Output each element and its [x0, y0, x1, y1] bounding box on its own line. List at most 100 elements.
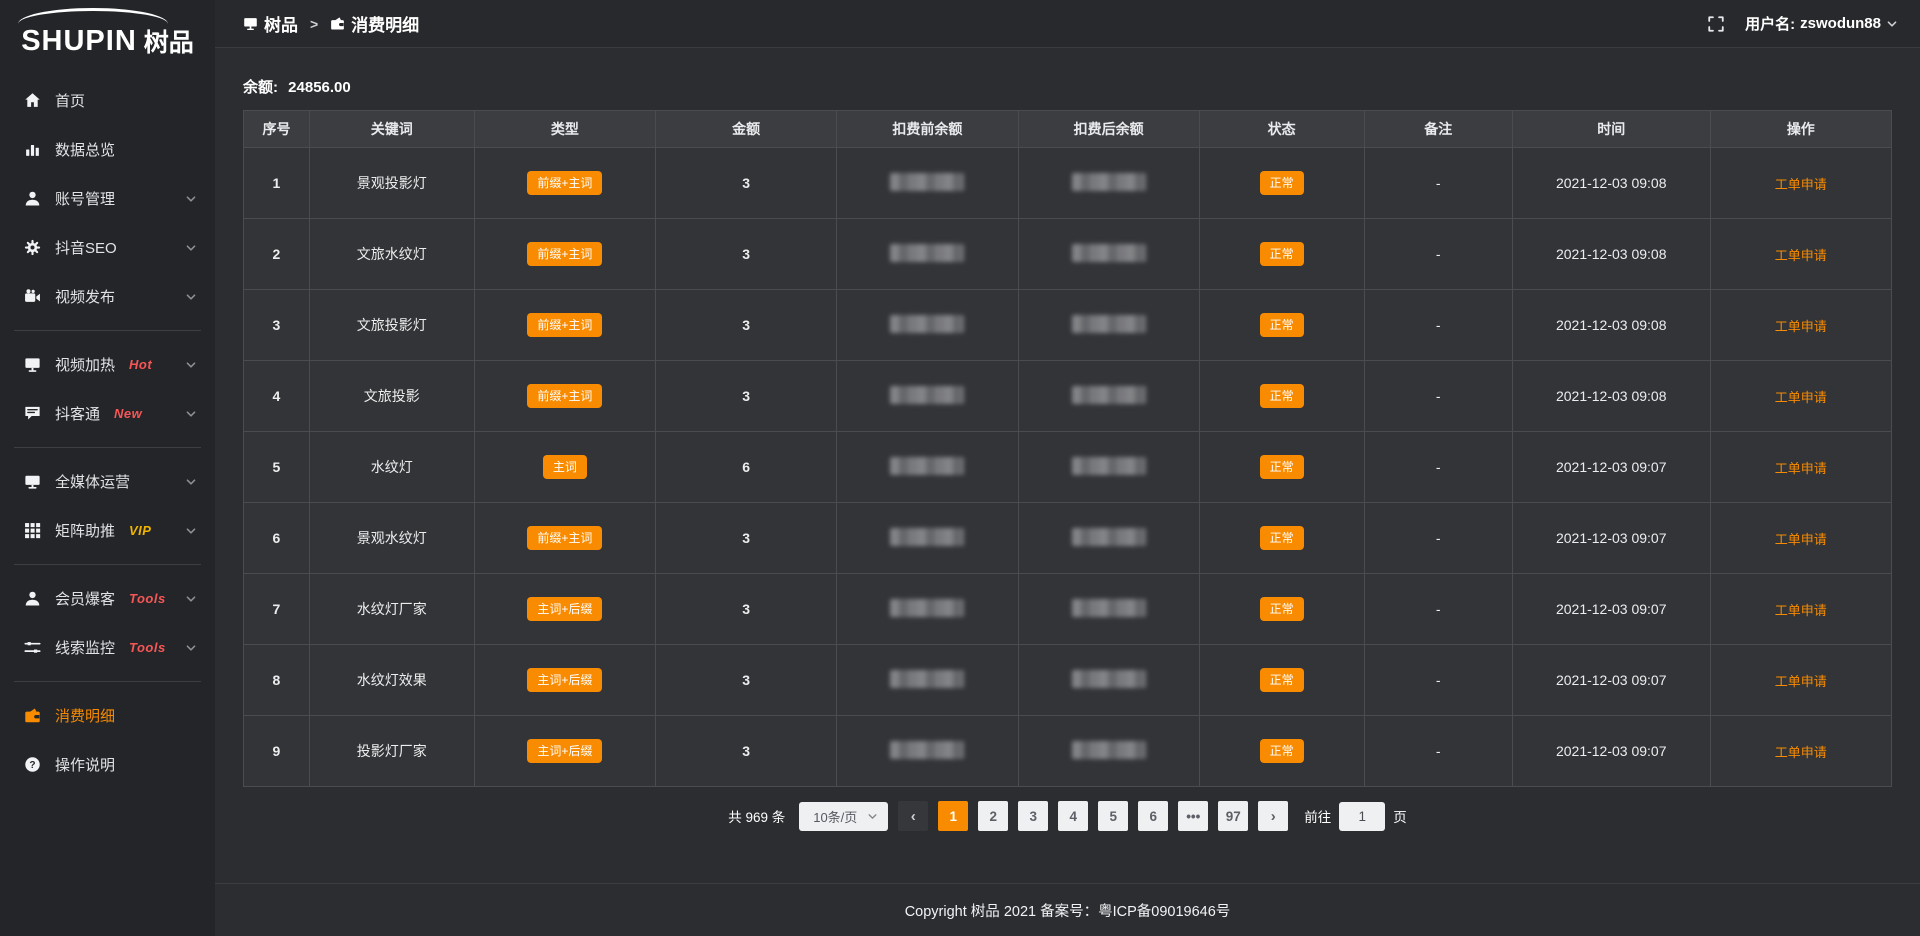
time-cell: 2021-12-03 09:07 — [1512, 645, 1710, 716]
blurred-value — [1072, 528, 1146, 546]
consumption-table: 序号关键词类型金额扣费前余额扣费后余额状态备注时间操作 1景观投影灯前缀+主词3… — [243, 110, 1892, 787]
blurred-value — [890, 457, 964, 475]
page-button-3[interactable]: 3 — [1018, 801, 1048, 831]
remark-cell: - — [1364, 574, 1512, 645]
breadcrumb: 树品 > 消费明细 — [243, 11, 419, 36]
footer: Copyright 树品 2021 备案号：粤ICP备09019646号 — [215, 883, 1920, 936]
work-order-link[interactable]: 工单申请 — [1775, 319, 1827, 334]
fullscreen-icon[interactable] — [1707, 15, 1725, 33]
action-cell: 工单申请 — [1710, 290, 1891, 361]
prev-page-button[interactable]: ‹ — [898, 801, 928, 831]
sidebar-item-label: 线索监控 — [55, 637, 115, 658]
work-order-link[interactable]: 工单申请 — [1775, 603, 1827, 618]
time-cell: 2021-12-03 09:08 — [1512, 290, 1710, 361]
page-button-4[interactable]: 4 — [1058, 801, 1088, 831]
work-order-link[interactable]: 工单申请 — [1775, 248, 1827, 263]
blurred-value — [1072, 244, 1146, 262]
sidebar-item-label: 消费明细 — [55, 705, 115, 726]
sidebar-item-6[interactable]: 抖客通New — [0, 389, 215, 438]
status-badge: 正常 — [1260, 313, 1304, 337]
work-order-link[interactable]: 工单申请 — [1775, 177, 1827, 192]
main-column: 树品 > 消费明细 用户名: zswodun88 余额: 24 — [215, 0, 1920, 936]
page-button-2[interactable]: 2 — [978, 801, 1008, 831]
chevron-down-icon — [185, 642, 197, 654]
column-header: 关键词 — [309, 111, 474, 148]
blurred-value — [1072, 315, 1146, 333]
app-logo: SHUPIN 树品 — [0, 6, 215, 62]
type-cell: 前缀+主词 — [474, 503, 655, 574]
keyword-cell: 水纹灯厂家 — [309, 574, 474, 645]
breadcrumb-separator: > — [310, 16, 318, 32]
goto-page-input[interactable] — [1339, 802, 1385, 831]
table-row: 4文旅投影前缀+主词3正常-2021-12-03 09:08工单申请 — [244, 361, 1892, 432]
sidebar-item-0[interactable]: 首页 — [0, 76, 215, 125]
blurred-value — [1072, 457, 1146, 475]
username-value: zswodun88 — [1800, 15, 1881, 32]
masked-balance-cell — [837, 645, 1018, 716]
status-badge: 正常 — [1260, 242, 1304, 266]
keyword-cell: 投影灯厂家 — [309, 716, 474, 787]
sidebar-item-12[interactable]: ?操作说明 — [0, 740, 215, 789]
page-button-6[interactable]: 6 — [1138, 801, 1168, 831]
amount-cell: 3 — [655, 290, 836, 361]
page-button-5[interactable]: 5 — [1098, 801, 1128, 831]
blurred-value — [890, 386, 964, 404]
sidebar-item-1[interactable]: 数据总览 — [0, 125, 215, 174]
sidebar-item-3[interactable]: 抖音SEO — [0, 223, 215, 272]
page-button-1[interactable]: 1 — [938, 801, 968, 831]
sidebar-item-4[interactable]: 视频发布 — [0, 272, 215, 321]
sidebar-divider — [14, 681, 201, 682]
page-size-dropdown[interactable]: 10条/页 — [799, 802, 888, 831]
index-cell: 8 — [244, 645, 310, 716]
breadcrumb-item-root[interactable]: 树品 — [243, 11, 298, 36]
sidebar-item-2[interactable]: 账号管理 — [0, 174, 215, 223]
sidebar-item-11[interactable]: 消费明细 — [0, 691, 215, 740]
status-cell: 正常 — [1199, 148, 1364, 219]
chevron-down-icon — [185, 408, 197, 420]
table-body: 1景观投影灯前缀+主词3正常-2021-12-03 09:08工单申请2文旅水纹… — [244, 148, 1892, 787]
table-row: 5水纹灯主词6正常-2021-12-03 09:07工单申请 — [244, 432, 1892, 503]
goto-suffix: 页 — [1393, 806, 1407, 826]
more-pages-button[interactable]: ••• — [1178, 801, 1208, 831]
index-cell: 3 — [244, 290, 310, 361]
question-icon: ? — [24, 756, 41, 773]
keyword-cell: 水纹灯效果 — [309, 645, 474, 716]
work-order-link[interactable]: 工单申请 — [1775, 532, 1827, 547]
user-menu[interactable]: 用户名: zswodun88 — [1745, 13, 1898, 34]
work-order-link[interactable]: 工单申请 — [1775, 461, 1827, 476]
topbar: 树品 > 消费明细 用户名: zswodun88 — [215, 0, 1920, 48]
work-order-link[interactable]: 工单申请 — [1775, 390, 1827, 405]
status-badge: 正常 — [1260, 455, 1304, 479]
index-cell: 7 — [244, 574, 310, 645]
masked-balance-cell — [837, 503, 1018, 574]
breadcrumb-current-label: 消费明细 — [351, 11, 419, 36]
blurred-value — [1072, 173, 1146, 191]
amount-cell: 3 — [655, 361, 836, 432]
masked-balance-cell — [1018, 290, 1199, 361]
sidebar-item-7[interactable]: 全媒体运营 — [0, 457, 215, 506]
page-size-value: 10条/页 — [813, 807, 857, 826]
time-cell: 2021-12-03 09:07 — [1512, 574, 1710, 645]
sidebar-item-8[interactable]: 矩阵助推VIP — [0, 506, 215, 555]
work-order-link[interactable]: 工单申请 — [1775, 674, 1827, 689]
column-header: 扣费后余额 — [1018, 111, 1199, 148]
next-page-button[interactable]: › — [1258, 801, 1288, 831]
page-button-97[interactable]: 97 — [1218, 801, 1248, 831]
sidebar-item-5[interactable]: 视频加热Hot — [0, 340, 215, 389]
remark-cell: - — [1364, 645, 1512, 716]
chart-icon — [24, 141, 41, 158]
work-order-link[interactable]: 工单申请 — [1775, 745, 1827, 760]
sidebar-item-10[interactable]: 线索监控Tools — [0, 623, 215, 672]
keyword-cell: 文旅投影灯 — [309, 290, 474, 361]
time-cell: 2021-12-03 09:07 — [1512, 503, 1710, 574]
table-row: 1景观投影灯前缀+主词3正常-2021-12-03 09:08工单申请 — [244, 148, 1892, 219]
sidebar-item-badge: VIP — [129, 523, 151, 538]
logo-arc-decoration — [18, 8, 168, 24]
type-badge: 主词+后缀 — [527, 668, 602, 692]
masked-balance-cell — [837, 148, 1018, 219]
sidebar-item-9[interactable]: 会员爆客Tools — [0, 574, 215, 623]
status-cell: 正常 — [1199, 219, 1364, 290]
masked-balance-cell — [1018, 645, 1199, 716]
blurred-value — [890, 244, 964, 262]
index-cell: 4 — [244, 361, 310, 432]
